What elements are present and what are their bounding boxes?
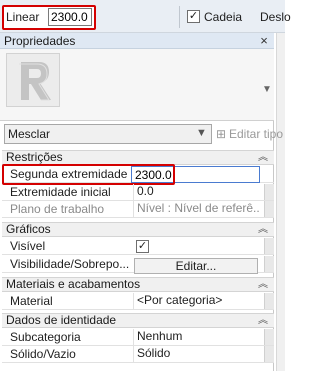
chevron-up-double-icon: ︽	[258, 315, 268, 326]
row-scrollbar[interactable]	[264, 346, 274, 362]
property-value[interactable]: 0.0	[133, 184, 260, 200]
property-row[interactable]: Material <Por categoria>	[2, 293, 274, 310]
property-name: Visível	[10, 239, 46, 253]
section-materials[interactable]: Materiais e acabamentos ︽	[2, 277, 274, 292]
edit-type-label: Editar tipo	[229, 127, 284, 141]
section-title: Gráficos	[6, 222, 51, 236]
section-graphics[interactable]: Gráficos ︽	[2, 222, 274, 237]
offset-label: Deslo	[260, 10, 291, 24]
close-button[interactable]: ×	[257, 33, 271, 49]
property-row: Plano de trabalho Nível : Nível de refer…	[2, 201, 274, 218]
revit-r-logo-icon	[6, 53, 60, 107]
row-scrollbar[interactable]	[264, 184, 274, 200]
options-separator	[179, 6, 180, 28]
chevron-down-icon[interactable]: ▼	[262, 84, 272, 95]
row-scrollbar[interactable]	[264, 329, 274, 345]
property-value: Nível : Nível de referê...	[133, 201, 260, 217]
chain-checkbox[interactable]: ✓	[187, 10, 200, 23]
section-title: Materiais e acabamentos	[6, 277, 141, 291]
second-end-highlight-box	[2, 164, 175, 185]
property-value[interactable]: Sólido	[133, 346, 260, 362]
property-name: Visibilidade/Sobrepo...	[10, 257, 130, 271]
row-scrollbar[interactable]	[264, 293, 274, 309]
linear-input[interactable]	[48, 8, 92, 26]
section-title: Dados de identidade	[6, 313, 117, 327]
property-row[interactable]: Extremidade inicial 0.0	[2, 184, 274, 201]
row-scrollbar[interactable]	[264, 256, 274, 272]
edit-type-icon: ⊞	[216, 127, 227, 141]
section-constraints[interactable]: Restrições ︽	[2, 150, 274, 165]
chevron-up-double-icon: ︽	[258, 152, 268, 163]
property-name: Extremidade inicial	[10, 185, 111, 199]
section-title: Restrições	[6, 150, 63, 164]
property-name: Sólido/Vazio	[10, 347, 76, 361]
panel-title: Propriedades	[4, 34, 76, 48]
property-row[interactable]: Subcategoria Nenhum	[2, 329, 274, 346]
property-name: Subcategoria	[10, 330, 81, 344]
property-name: Material	[10, 294, 53, 308]
panel-scrollbar[interactable]	[276, 33, 285, 371]
edit-visibility-button[interactable]: Editar...	[134, 258, 258, 274]
row-scrollbar[interactable]	[264, 201, 274, 217]
chain-label: Cadeia	[204, 10, 243, 24]
property-value[interactable]: Nenhum	[133, 329, 260, 345]
property-row[interactable]: Sólido/Vazio Sólido	[2, 346, 274, 363]
property-name: Plano de trabalho	[10, 202, 105, 216]
visible-checkbox[interactable]: ✓	[136, 240, 149, 253]
linear-label: Linear	[6, 10, 40, 24]
property-value[interactable]: <Por categoria>	[133, 293, 260, 309]
chevron-up-double-icon: ︽	[258, 279, 268, 290]
section-identity[interactable]: Dados de identidade ︽	[2, 313, 274, 328]
row-scrollbar[interactable]	[264, 238, 274, 254]
chevron-up-double-icon: ︽	[258, 224, 268, 235]
chevron-down-icon: ▼	[196, 127, 207, 139]
type-select-value: Mesclar	[8, 127, 51, 141]
